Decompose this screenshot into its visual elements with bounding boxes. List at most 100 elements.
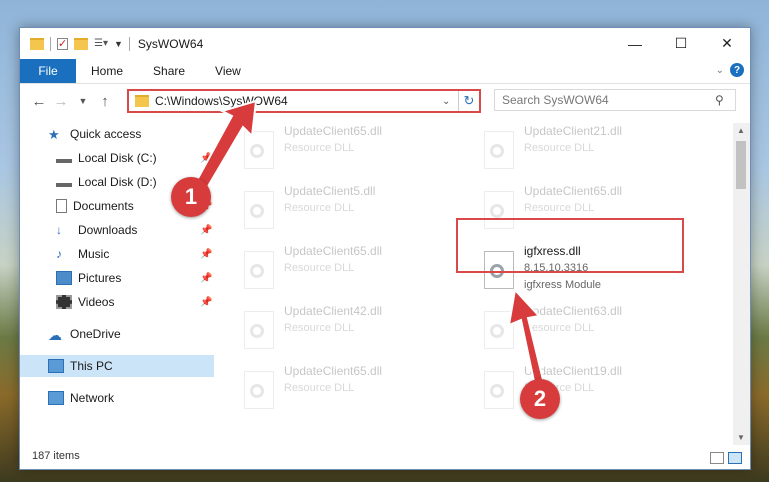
nav-item-label: Local Disk (D:) (78, 175, 157, 189)
status-bar: 187 items (20, 443, 750, 469)
pin-icon[interactable]: 📌 (200, 297, 212, 308)
pin-icon[interactable]: 📌 (200, 249, 212, 260)
file-name: UpdateClient5.dll (284, 184, 376, 198)
nav-item-label: Local Disk (C:) (78, 151, 157, 165)
window-title: SysWOW64 (137, 36, 204, 51)
cloud-icon: ☁ (48, 327, 62, 343)
dll-file-icon (244, 371, 274, 409)
file-name: UpdateClient19.dll (524, 364, 623, 378)
step-badge-2: 2 (520, 379, 560, 419)
nav-item-network[interactable]: Network (20, 387, 214, 409)
details-view-icon[interactable] (710, 452, 724, 464)
vertical-scrollbar[interactable]: ▲ ▼ (733, 123, 750, 445)
file-description: igfxress Module (524, 279, 602, 291)
chevron-down-icon[interactable]: ▼ (114, 39, 123, 49)
file-description: Resource DLL (524, 202, 595, 214)
tab-file[interactable]: File (20, 59, 76, 83)
nav-item-music[interactable]: ♪ Music 📌 (20, 243, 214, 265)
minimize-button[interactable]: — (612, 28, 658, 59)
file-name: UpdateClient65.dll (284, 124, 383, 138)
nav-item-label: Videos (78, 295, 115, 309)
customize-toolbar-icon[interactable]: ☰▾ (94, 38, 108, 49)
tab-share[interactable]: Share (138, 59, 200, 83)
nav-item-quick-access[interactable]: ★ Quick access (20, 123, 214, 145)
file-item[interactable]: UpdateClient65.dll Resource DLL (234, 123, 454, 173)
dll-file-icon (484, 371, 514, 409)
file-name: UpdateClient21.dll (524, 124, 623, 138)
file-description: Resource DLL (284, 142, 355, 154)
navigation-pane: ★ Quick access Local Disk (C:) 📌 Local D… (20, 123, 214, 443)
close-button[interactable]: ✕ (704, 28, 750, 59)
search-input[interactable]: Search SysWOW64 (502, 93, 715, 107)
maximize-button[interactable]: ☐ (658, 28, 704, 59)
nav-item-downloads[interactable]: ↓ Downloads 📌 (20, 219, 214, 241)
address-bar[interactable]: C:\Windows\SysWOW64 ⌄ ↻ (127, 89, 481, 113)
videos-icon (56, 295, 72, 309)
file-item[interactable]: UpdateClient63.dll Resource DLL (474, 303, 694, 353)
drive-icon (56, 153, 72, 163)
file-description: Resource DLL (284, 202, 355, 214)
file-item[interactable]: UpdateClient42.dll Resource DLL (234, 303, 454, 353)
recent-locations-button[interactable]: ▼ (72, 96, 94, 106)
nav-item-label: Documents (73, 199, 134, 213)
file-item[interactable]: UpdateClient19.dll Resource DLL (474, 363, 694, 413)
refresh-icon[interactable]: ↻ (458, 91, 479, 111)
expand-ribbon-icon[interactable]: ⌄ (716, 65, 724, 76)
folder-icon (135, 95, 149, 107)
item-count: 187 items (32, 450, 80, 462)
divider (128, 36, 130, 51)
nav-item-videos[interactable]: Videos 📌 (20, 291, 214, 313)
new-folder-icon[interactable] (74, 37, 88, 50)
file-item[interactable]: UpdateClient65.dll Resource DLL (234, 363, 454, 413)
nav-item-local-disk-c[interactable]: Local Disk (C:) 📌 (20, 147, 214, 169)
documents-icon (56, 199, 67, 213)
pictures-icon (56, 271, 72, 285)
dll-file-icon (244, 311, 274, 349)
dll-file-icon (484, 311, 514, 349)
navigation-bar: ← → ▼ ↑ C:\Windows\SysWOW64 ⌄ ↻ Search S… (20, 84, 750, 118)
highlight-box-file (456, 218, 684, 273)
dll-file-icon (244, 251, 274, 289)
nav-item-label: Pictures (78, 271, 122, 285)
tab-view[interactable]: View (200, 59, 256, 83)
dll-file-icon (484, 131, 514, 169)
nav-item-pictures[interactable]: Pictures 📌 (20, 267, 214, 289)
folder-icon (30, 37, 44, 50)
search-box[interactable]: Search SysWOW64 ⚲ (494, 89, 736, 111)
tab-home[interactable]: Home (76, 59, 138, 83)
title-bar: ✓ ☰▾ ▼ SysWOW64 — ☐ ✕ (20, 28, 750, 59)
back-button[interactable]: ← (28, 93, 50, 110)
drive-icon (56, 177, 72, 187)
file-name: UpdateClient65.dll (284, 244, 383, 258)
address-dropdown-icon[interactable]: ⌄ (442, 96, 458, 107)
dll-file-icon (244, 191, 274, 229)
network-icon (48, 391, 64, 405)
properties-icon[interactable]: ✓ (57, 37, 68, 50)
nav-item-label: OneDrive (70, 327, 121, 341)
nav-item-label: Music (78, 247, 110, 261)
pin-icon[interactable]: 📌 (200, 273, 212, 284)
up-button[interactable]: ↑ (94, 93, 116, 110)
help-icon[interactable]: ? (730, 63, 744, 77)
scroll-thumb[interactable] (736, 141, 746, 189)
scroll-up-icon[interactable]: ▲ (737, 126, 745, 135)
scroll-down-icon[interactable]: ▼ (737, 433, 745, 442)
forward-button[interactable]: → (50, 93, 72, 110)
pin-icon[interactable]: 📌 (200, 153, 212, 164)
file-item[interactable]: UpdateClient65.dll Resource DLL (234, 243, 454, 293)
search-icon[interactable]: ⚲ (715, 93, 735, 107)
nav-item-label: Quick access (70, 127, 142, 141)
nav-item-this-pc[interactable]: This PC (20, 355, 214, 377)
file-item[interactable]: UpdateClient21.dll Resource DLL (474, 123, 694, 173)
file-description: Resource DLL (284, 322, 355, 334)
address-path[interactable]: C:\Windows\SysWOW64 (155, 94, 442, 108)
step-badge-1: 1 (171, 177, 211, 217)
nav-item-onedrive[interactable]: ☁ OneDrive (20, 323, 214, 345)
tiles-view-icon[interactable] (728, 452, 742, 464)
file-item[interactable]: UpdateClient5.dll Resource DLL (234, 183, 454, 233)
computer-icon (48, 359, 64, 373)
star-icon: ★ (48, 127, 60, 142)
pin-icon[interactable]: 📌 (200, 225, 212, 236)
nav-item-label: Network (70, 391, 115, 405)
file-list: UpdateClient65.dll Resource DLL UpdateCli… (234, 123, 730, 443)
